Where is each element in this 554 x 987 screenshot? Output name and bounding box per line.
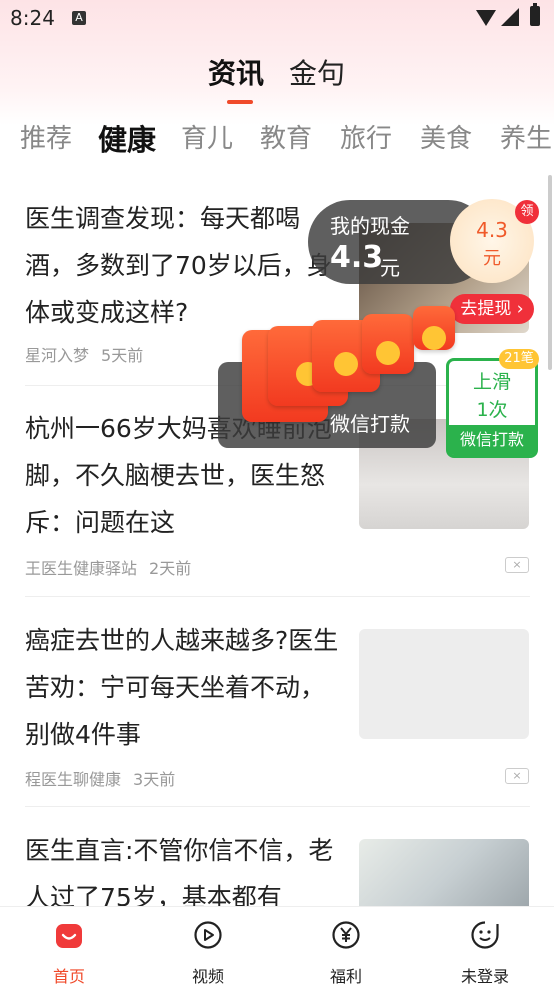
article-title[interactable]: 医生调查发现：每天都喝酒，多数到了70岁以后，身体或变成这样? [25,195,340,336]
nav-video[interactable]: 视频 [158,907,258,986]
article-source: 王医生健康驿站 [25,559,138,578]
article-thumbnail[interactable] [359,629,529,739]
article-time: 5天前 [101,346,144,365]
top-tabs: 资讯 金句 [0,52,554,92]
withdraw-button[interactable]: 去提现 › [450,294,534,324]
nav-welfare[interactable]: 福利 [296,907,396,986]
nav-login[interactable]: 未登录 [435,907,535,986]
swipe-up-label: 上滑 [472,371,511,393]
category-health[interactable]: 健康 [98,117,156,159]
swipe-count-label: 1次 [476,399,508,421]
article-meta: 星河入梦 5天前 [25,342,143,366]
category-travel[interactable]: 旅行 [340,118,392,155]
active-tab-indicator [227,100,253,104]
dismiss-icon[interactable]: × [505,768,529,784]
wechat-payout-footer: 微信打款 [446,425,538,455]
nav-home-label: 首页 [52,967,85,986]
signal-icon [501,8,519,26]
article-meta: 王医生健康驿站 2天前 [25,555,191,579]
category-recommend[interactable]: 推荐 [20,118,72,155]
notification-a-icon: A [72,11,86,25]
wifi-icon [476,10,496,26]
battery-icon [530,3,540,26]
divider [25,806,530,807]
cash-amount: 4.3 [330,240,384,275]
article-source: 程医生聊健康 [25,770,122,789]
nav-welfare-label: 福利 [329,967,362,986]
payout-count-badge: 21笔 [499,349,539,369]
tab-news[interactable]: 资讯 [208,52,264,92]
article-title[interactable]: 癌症去世的人越来越多?医生苦劝：宁可每天坐着不动，别做4件事 [25,617,340,758]
video-play-icon [194,921,222,949]
dismiss-icon[interactable]: × [505,557,529,573]
wechat-payout-text: 微信打款 [330,412,410,436]
yuan-coin-icon [332,921,360,949]
status-bar: 8:24 A [0,0,554,38]
nav-home[interactable]: 首页 [19,907,119,986]
article-title[interactable]: 医生直言:不管你信不信，老人过了75岁，基本都有 [25,827,340,907]
article-time: 3天前 [133,770,176,789]
article-meta: 程医生聊健康 3天前 [25,766,175,790]
category-food[interactable]: 美食 [420,118,472,155]
scrollbar[interactable] [548,175,552,370]
status-time: 8:24 [10,6,55,30]
nav-login-label: 未登录 [460,967,509,986]
swipe-up-card[interactable]: 上滑 1次 微信打款 [446,358,538,458]
claim-badge[interactable]: 领 [515,200,539,224]
article-thumbnail[interactable] [359,839,529,907]
envelope-seal-icon [422,325,446,350]
user-face-icon [471,921,499,949]
cash-label: 我的现金 [330,214,410,238]
cash-unit: 元 [380,256,400,280]
category-parenting[interactable]: 育儿 [181,118,233,155]
article-item[interactable]: 癌症去世的人越来越多?医生苦劝：宁可每天坐着不动，别做4件事 程医生聊健康 3天前… [25,617,530,797]
red-envelope-icon [413,306,455,350]
category-wellness[interactable]: 养生 [500,118,552,155]
tab-quotes[interactable]: 金句 [289,52,345,92]
home-icon [56,924,82,948]
article-item[interactable]: 医生直言:不管你信不信，老人过了75岁，基本都有 [25,827,530,907]
envelope-seal-icon [376,341,400,365]
red-envelope-icon [362,314,414,374]
bottom-navigation: 首页 视频 福利 未登录 [0,906,554,986]
divider [25,596,530,597]
nav-video-label: 视频 [191,967,224,986]
article-source: 星河入梦 [25,346,90,365]
envelope-seal-icon [334,352,358,377]
category-bar: 推荐 健康 育儿 教育 旅行 美食 养生 [0,118,554,162]
category-education[interactable]: 教育 [260,118,312,155]
coin-unit: 元 [483,248,501,269]
article-time: 2天前 [149,559,192,578]
